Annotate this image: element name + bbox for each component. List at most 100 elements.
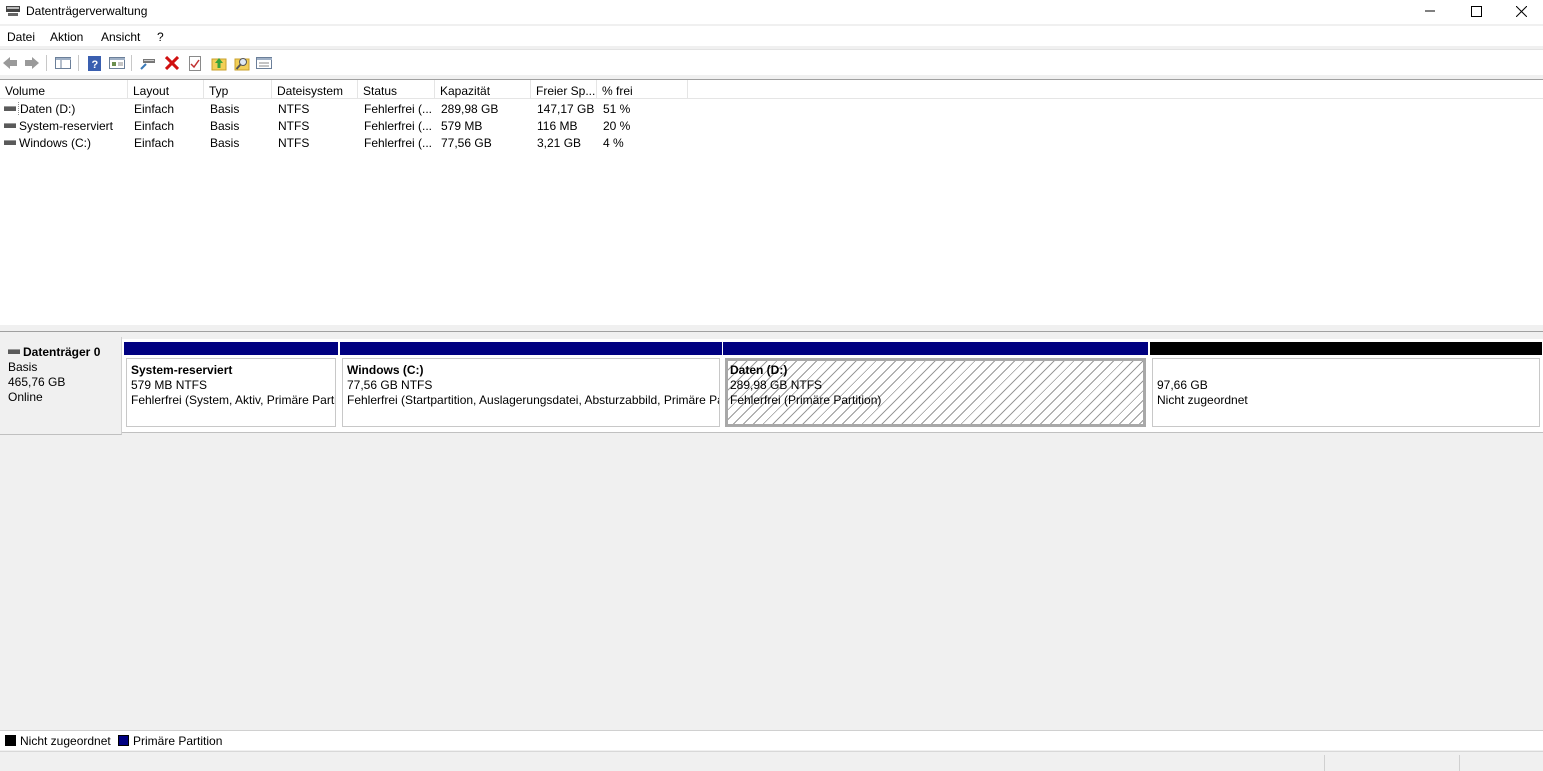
folder-up-button[interactable]	[210, 54, 228, 72]
back-button[interactable]	[1, 54, 19, 72]
layout-cell: Einfach	[134, 102, 175, 116]
pane-splitter[interactable]	[0, 325, 1543, 332]
volume-name: System-reserviert	[19, 119, 114, 133]
status-bar	[0, 751, 1543, 771]
properties-button[interactable]	[108, 54, 126, 72]
typ-cell: Basis	[210, 136, 240, 150]
column-dateisystem[interactable]: Dateisystem	[272, 80, 358, 99]
partition-status: Fehlerfrei (Startpartition, Auslagerungs…	[347, 393, 720, 407]
forward-icon	[25, 57, 39, 69]
volume-list: Volume Layout Typ Dateisystem Status Kap…	[0, 79, 1543, 325]
connect-icon	[140, 59, 155, 70]
volume-cell: Daten (D:)	[4, 102, 77, 116]
partition-strip: System-reserviert 579 MB NTFS Fehlerfrei…	[122, 339, 1543, 433]
toolbar: ?	[0, 49, 1543, 75]
folder-search-button[interactable]	[233, 54, 251, 72]
filesystem-cell: NTFS	[278, 119, 310, 133]
folder-search-icon	[234, 58, 250, 71]
folder-up-icon	[211, 58, 227, 71]
partition-size: 579 MB NTFS	[131, 378, 208, 392]
volume-row[interactable]: System-reserviert Einfach Basis NTFS Feh…	[0, 117, 700, 134]
toolbar-separator	[46, 55, 47, 71]
filesystem-cell: NTFS	[278, 136, 310, 150]
partition-unallocated[interactable]: 97,66 GB Nicht zugeordnet	[1148, 339, 1542, 431]
toolbar-separator	[131, 55, 132, 71]
column-volume[interactable]: Volume	[0, 80, 128, 99]
partition-system-reserved[interactable]: System-reserviert 579 MB NTFS Fehlerfrei…	[122, 339, 338, 431]
legend-label-primary: Primäre Partition	[133, 734, 223, 748]
disk-management-app-icon	[5, 4, 21, 18]
free-space-cell: 147,17 GB	[537, 102, 595, 116]
layout-cell: Einfach	[134, 119, 175, 133]
check-button[interactable]	[186, 54, 204, 72]
column-typ[interactable]: Typ	[204, 80, 272, 99]
minimize-icon	[1425, 10, 1435, 12]
filesystem-cell: NTFS	[278, 102, 310, 116]
check-icon	[189, 55, 201, 71]
volume-cell: Windows (C:)	[4, 136, 91, 150]
console-button[interactable]	[255, 54, 273, 72]
partition-name: Windows (C:)	[347, 363, 424, 377]
status-cell: Fehlerfrei (...	[364, 119, 433, 133]
capacity-cell: 579 MB	[441, 119, 483, 133]
status-separator	[1324, 755, 1325, 771]
menu-datei[interactable]: Datei	[7, 30, 35, 44]
status-cell: Fehlerfrei (...	[364, 102, 433, 116]
partition-name: System-reserviert	[131, 363, 233, 377]
volume-name: Windows (C:)	[19, 136, 92, 150]
partition-body: Windows (C:) 77,56 GB NTFS Fehlerfrei (S…	[342, 358, 720, 427]
typ-cell: Basis	[210, 102, 240, 116]
maximize-button[interactable]	[1453, 0, 1499, 22]
partition-size: 97,66 GB	[1157, 378, 1208, 392]
partition-status: Fehlerfrei (System, Aktiv, Primäre Parti…	[131, 393, 336, 407]
capacity-cell: 77,56 GB	[441, 136, 492, 150]
menu-bar: Datei Aktion Ansicht ?	[0, 26, 1543, 46]
legend: Nicht zugeordnet Primäre Partition	[0, 730, 1543, 750]
close-button[interactable]	[1498, 0, 1543, 22]
column-prozent-frei[interactable]: % frei	[597, 80, 688, 99]
disk-state: Online	[8, 390, 43, 404]
percent-free-cell: 4 %	[603, 136, 624, 150]
connect-button[interactable]	[139, 54, 157, 72]
partition-bar	[124, 342, 338, 355]
status-separator	[1459, 755, 1460, 771]
legend-swatch-primary	[118, 735, 129, 746]
column-layout[interactable]: Layout	[128, 80, 204, 99]
menu-ansicht[interactable]: Ansicht	[101, 30, 140, 44]
forward-button[interactable]	[23, 54, 41, 72]
partition-windows-c[interactable]: Windows (C:) 77,56 GB NTFS Fehlerfrei (S…	[338, 339, 722, 431]
delete-icon	[165, 56, 179, 70]
disk-name-line: Datenträger 0	[8, 345, 121, 360]
partition-daten-d[interactable]: Daten (D:) 289,98 GB NTFS Fehlerfrei (Pr…	[721, 339, 1148, 431]
console-icon	[256, 57, 272, 69]
title-bar: Datenträgerverwaltung	[0, 0, 1543, 24]
close-icon	[1515, 5, 1527, 17]
menu-aktion[interactable]: Aktion	[50, 30, 83, 44]
svg-text:?: ?	[92, 59, 99, 71]
percent-free-cell: 20 %	[603, 119, 631, 133]
disk-info[interactable]: Datenträger 0 Basis 465,76 GB Online	[0, 337, 122, 435]
properties-icon	[109, 57, 125, 69]
column-status[interactable]: Status	[358, 80, 435, 99]
show-hide-tree-button[interactable]	[54, 54, 72, 72]
volume-row[interactable]: Windows (C:) Einfach Basis NTFS Fehlerfr…	[0, 134, 700, 151]
column-freier-speicher[interactable]: Freier Sp...	[531, 80, 597, 99]
partition-size: 77,56 GB NTFS	[347, 378, 433, 392]
help-button[interactable]: ?	[86, 54, 104, 72]
minimize-button[interactable]	[1407, 0, 1453, 22]
partition-status: Nicht zugeordnet	[1157, 393, 1248, 407]
free-space-cell: 116 MB	[537, 119, 578, 133]
partition-bar	[340, 342, 722, 355]
typ-cell: Basis	[210, 119, 240, 133]
partition-bar	[1150, 342, 1542, 355]
partition-bar	[723, 342, 1148, 355]
menu-help[interactable]: ?	[157, 30, 164, 44]
help-icon: ?	[88, 55, 101, 71]
column-kapazitaet[interactable]: Kapazität	[435, 80, 531, 99]
percent-free-cell: 51 %	[603, 102, 631, 116]
maximize-icon	[1470, 5, 1482, 17]
back-icon	[3, 57, 17, 69]
volume-row[interactable]: Daten (D:) Einfach Basis NTFS Fehlerfrei…	[0, 100, 700, 117]
drive-icon	[4, 123, 16, 129]
delete-button[interactable]	[163, 54, 181, 72]
